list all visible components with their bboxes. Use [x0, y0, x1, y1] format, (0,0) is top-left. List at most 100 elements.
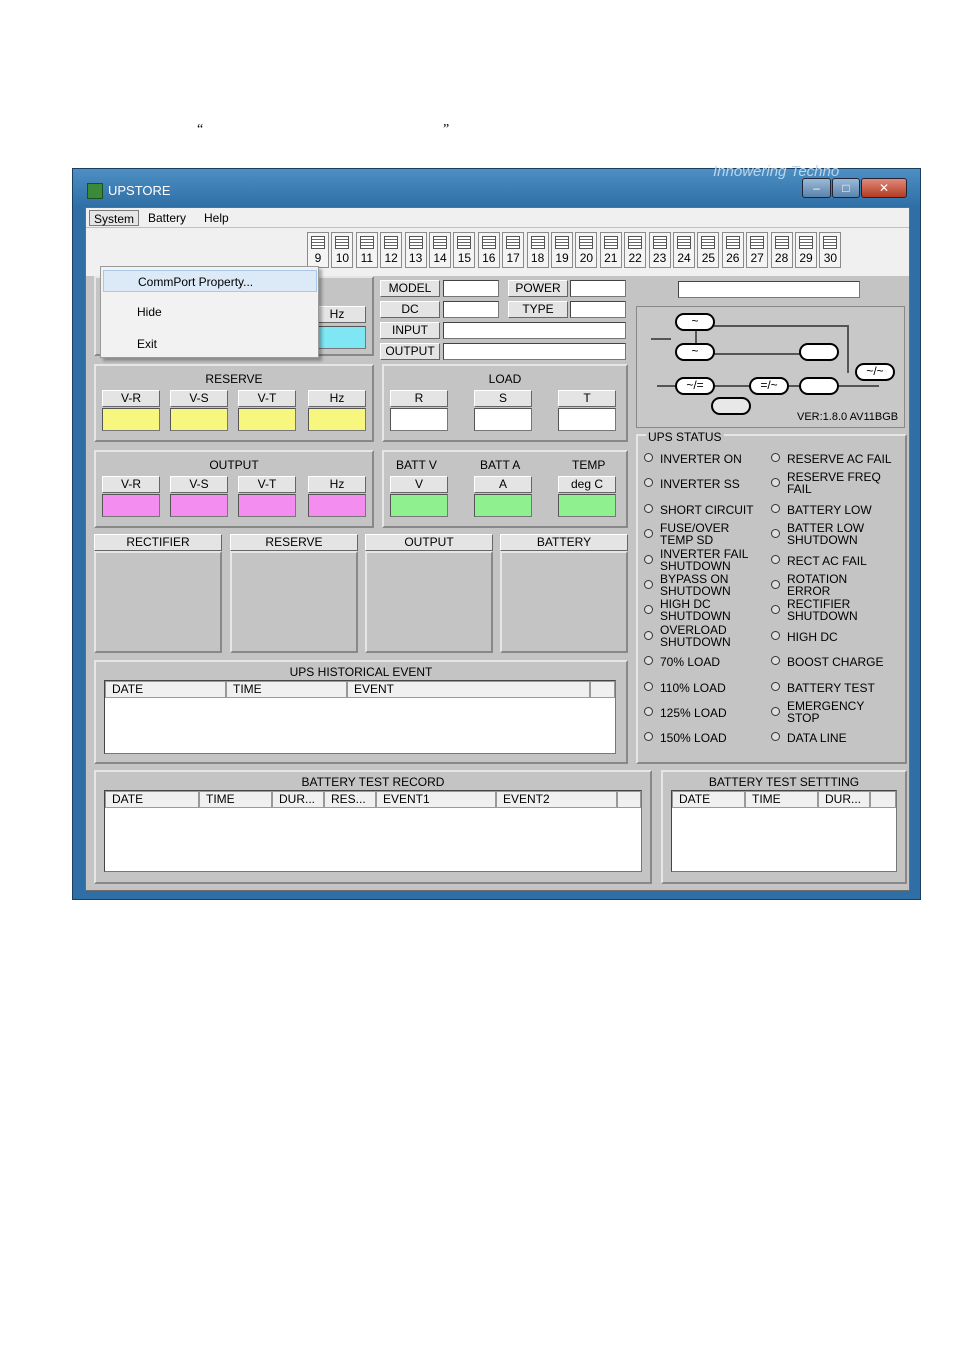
port-button-30[interactable]: 30 [819, 232, 842, 268]
battery-test-record-list[interactable]: DATE TIME DUR... RES... EVENT1 EVENT2 [104, 790, 642, 872]
port-icon [799, 236, 813, 249]
port-button-13[interactable]: 13 [404, 232, 427, 268]
status-led-icon [771, 707, 780, 716]
load-panel: LOAD R S T [382, 364, 628, 442]
col-dur[interactable]: DUR... [272, 791, 324, 808]
menu-system[interactable]: System [89, 210, 140, 226]
input-wire [651, 338, 671, 340]
port-button-11[interactable]: 11 [355, 232, 378, 268]
inverter-symbol: =/~ [749, 377, 789, 395]
port-button-15[interactable]: 15 [453, 232, 476, 268]
port-button-12[interactable]: 12 [380, 232, 403, 268]
historical-event-list[interactable]: DATE TIME EVENT [104, 680, 616, 754]
col-dur[interactable]: DUR... [818, 791, 870, 808]
port-button-22[interactable]: 22 [624, 232, 647, 268]
port-button-16[interactable]: 16 [477, 232, 500, 268]
menu-item-commport-property[interactable]: CommPort Property... [103, 270, 317, 292]
type-label: TYPE [508, 301, 568, 318]
col-date[interactable]: DATE [105, 791, 199, 808]
status-led-icon [771, 503, 780, 513]
port-icon [652, 236, 667, 249]
minimize-button[interactable]: ‒ [802, 178, 831, 198]
title-bar[interactable]: UPSTORE Innowering Techno ‒ □ ✕ [73, 163, 920, 207]
menu-item-exit[interactable]: Exit [103, 333, 317, 355]
temp-label: deg C [558, 476, 616, 493]
port-button-23[interactable]: 23 [648, 232, 671, 268]
status-label: EMERGENCY STOP [787, 699, 865, 725]
port-button-21[interactable]: 21 [599, 232, 622, 268]
reserve-panel: RESERVE V-R V-S V-T Hz [94, 364, 374, 442]
port-button-14[interactable]: 14 [429, 232, 451, 268]
port-button-26[interactable]: 26 [721, 232, 744, 268]
port-number: 11 [360, 251, 374, 265]
col-date[interactable]: DATE [672, 791, 745, 808]
port-button-17[interactable]: 17 [502, 232, 525, 268]
menu-item-hide[interactable]: Hide [103, 301, 317, 323]
close-button[interactable]: ✕ [861, 178, 907, 198]
historical-event-panel: UPS HISTORICAL EVENT DATE TIME EVENT [94, 660, 628, 764]
port-number: 15 [457, 251, 472, 265]
col-time[interactable]: TIME [226, 681, 347, 698]
battery-list[interactable] [500, 551, 628, 653]
battery-test-setting-list[interactable]: DATE TIME DUR... [671, 790, 897, 872]
port-button-10[interactable]: 10 [331, 232, 354, 268]
port-button-28[interactable]: 28 [770, 232, 793, 268]
rectifier-list[interactable] [94, 551, 222, 653]
output-list[interactable] [365, 551, 493, 653]
port-button-24[interactable]: 24 [673, 232, 695, 268]
port-number: 24 [677, 251, 691, 265]
temp-value [558, 494, 616, 517]
input-label: INPUT [380, 322, 440, 339]
col-event1[interactable]: EVENT1 [376, 791, 496, 808]
port-number: 29 [799, 251, 813, 265]
battery-symbol [711, 397, 751, 415]
input-value [443, 322, 626, 339]
status-led-icon [771, 605, 780, 615]
status-label: INVERTER SS [660, 477, 740, 492]
port-button-9[interactable]: 9 [307, 232, 329, 268]
type-value [570, 301, 626, 318]
status-label: BYPASS ON SHUTDOWN [660, 572, 731, 598]
port-button-19[interactable]: 19 [551, 232, 573, 268]
reserve-list-header[interactable]: RESERVE [230, 534, 358, 551]
reserve-list[interactable] [230, 551, 358, 653]
col-date[interactable]: DATE [105, 681, 226, 698]
dc-label: DC [380, 301, 440, 318]
status-label: INVERTER ON [660, 452, 742, 466]
port-icon [823, 236, 838, 249]
status-text-field [678, 281, 860, 298]
port-number: 22 [628, 251, 642, 265]
open-quote: “ [197, 122, 204, 137]
port-button-18[interactable]: 18 [526, 232, 549, 268]
version-label: VER:1.8.0 AV11BGB [797, 411, 899, 423]
col-time[interactable]: TIME [745, 791, 818, 808]
port-icon [774, 236, 789, 249]
bypass-wire [695, 325, 847, 327]
col-res[interactable]: RES... [324, 791, 376, 808]
batt-v-title: BATT V [396, 458, 437, 472]
load-r-label: R [390, 390, 448, 407]
port-number: 30 [823, 251, 838, 265]
port-button-27[interactable]: 27 [746, 232, 769, 268]
maximize-button[interactable]: □ [832, 178, 860, 198]
rectifier-list-header[interactable]: RECTIFIER [94, 534, 222, 551]
menu-battery[interactable]: Battery [144, 210, 190, 226]
menu-help[interactable]: Help [200, 210, 233, 226]
port-icon [628, 236, 643, 249]
batt-a-label: A [474, 476, 532, 493]
reserve-vs-label: V-S [170, 390, 228, 407]
col-time[interactable]: TIME [199, 791, 272, 808]
port-icon [506, 236, 521, 249]
output-list-header[interactable]: OUTPUT [365, 534, 493, 551]
app-logo-icon [87, 183, 103, 199]
port-icon [408, 236, 423, 249]
battery-list-header[interactable]: BATTERY [500, 534, 628, 551]
col-event2[interactable]: EVENT2 [496, 791, 617, 808]
port-button-25[interactable]: 25 [697, 232, 720, 268]
col-event[interactable]: EVENT [347, 681, 590, 698]
port-button-20[interactable]: 20 [575, 232, 598, 268]
output-vs-value [170, 494, 228, 517]
status-label: RESERVE FREQ FAIL [787, 470, 881, 497]
port-number: 16 [482, 251, 496, 265]
port-button-29[interactable]: 29 [795, 232, 817, 268]
